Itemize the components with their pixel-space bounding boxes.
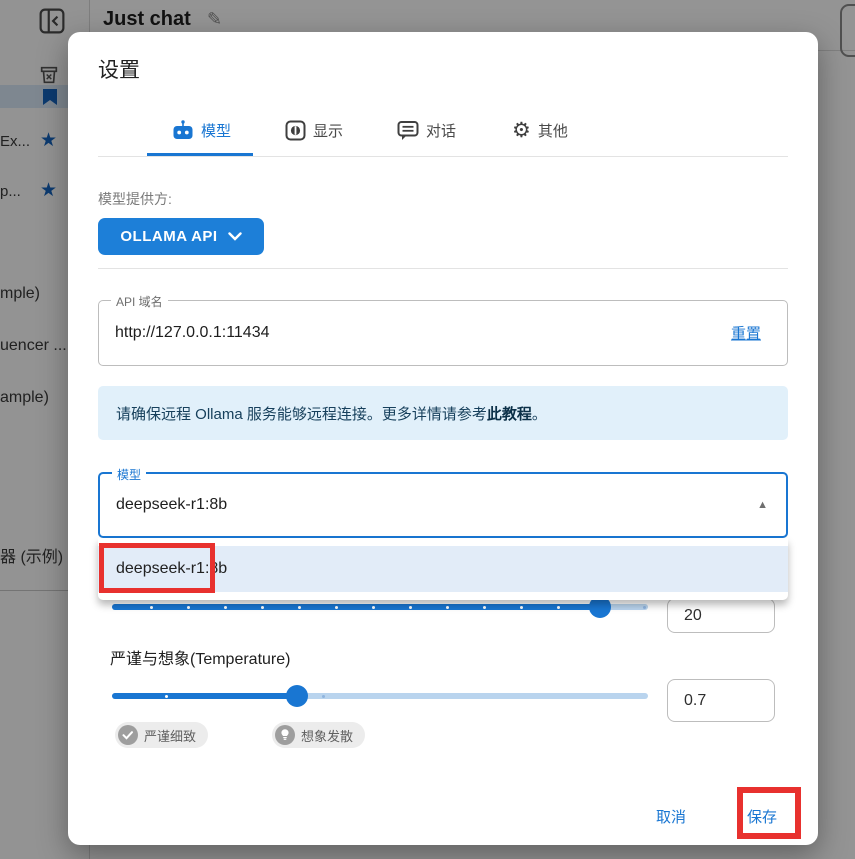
tab-other[interactable]: ⚙ 其他 — [512, 116, 568, 144]
section-divider — [98, 268, 788, 269]
provider-select-button[interactable]: OLLAMA API — [98, 218, 264, 255]
chip-label: 想象发散 — [301, 726, 353, 745]
slider-tick — [150, 606, 153, 609]
slider-tick — [557, 606, 560, 609]
slider-tick — [446, 606, 449, 609]
slider-tick — [298, 606, 301, 609]
context-limit-input[interactable]: 20 — [667, 598, 775, 633]
tab-model[interactable]: 模型 — [172, 116, 231, 144]
chip-label: 严谨细致 — [144, 726, 196, 745]
dialog-title: 设置 — [98, 54, 140, 84]
tab-label: 模型 — [201, 120, 231, 141]
slider-tick — [261, 606, 264, 609]
screen: Ex... ★ p... ★ mple) uencer ... ample) 器… — [0, 0, 855, 859]
robot-icon — [172, 120, 194, 141]
slider-tick — [335, 606, 338, 609]
annotation-box-model-option — [99, 543, 215, 593]
model-value[interactable]: deepseek-r1:8b — [116, 474, 227, 536]
chevron-down-icon — [228, 232, 242, 241]
cancel-button[interactable]: 取消 — [656, 802, 686, 830]
chip-rigorous[interactable]: 严谨细致 — [115, 722, 208, 748]
slider-tick — [520, 606, 523, 609]
api-host-value[interactable]: http://127.0.0.1:11434 — [115, 301, 270, 365]
settings-dialog: 设置 模型 显示 — [68, 32, 818, 845]
slider-tick — [483, 606, 486, 609]
tab-chat[interactable]: 对话 — [397, 116, 456, 144]
slider-tick — [224, 606, 227, 609]
tab-label: 对话 — [426, 120, 456, 141]
notice-text: 请确保远程 Ollama 服务能够远程连接。更多详情请参考 — [116, 403, 487, 424]
display-theme-icon — [285, 120, 306, 141]
tutorial-link[interactable]: 此教程 — [487, 403, 532, 424]
check-badge-icon — [118, 725, 138, 745]
remote-notice: 请确保远程 Ollama 服务能够远程连接。更多详情请参考此教程。 — [98, 386, 788, 440]
tab-label: 其他 — [538, 120, 568, 141]
api-host-field[interactable]: API 域名 http://127.0.0.1:11434 重置 — [98, 300, 788, 366]
context-limit-slider[interactable] — [112, 604, 648, 610]
slider-tick — [372, 606, 375, 609]
provider-button-label: OLLAMA API — [120, 228, 217, 245]
temperature-slider[interactable] — [112, 693, 648, 699]
slider-fill — [112, 693, 297, 699]
tabs-divider — [98, 156, 788, 157]
chat-bubble-icon — [397, 120, 419, 141]
gear-icon: ⚙ — [512, 120, 531, 141]
slider-tick — [409, 606, 412, 609]
slider-tick — [165, 695, 168, 698]
lightbulb-icon — [275, 725, 295, 745]
chevron-up-icon[interactable]: ▲ — [757, 499, 768, 511]
slider-tick — [322, 695, 325, 698]
chip-imaginative[interactable]: 想象发散 — [272, 722, 365, 748]
notice-suffix: 。 — [532, 403, 547, 424]
slider-tick — [187, 606, 190, 609]
temperature-slider-thumb[interactable] — [286, 685, 308, 707]
temperature-label: 严谨与想象(Temperature) — [110, 645, 290, 669]
tab-display[interactable]: 显示 — [285, 116, 343, 144]
model-select-field[interactable]: 模型 deepseek-r1:8b ▲ — [98, 472, 788, 538]
slider-tick — [643, 606, 646, 609]
annotation-box-save — [737, 787, 801, 839]
tab-label: 显示 — [313, 120, 343, 141]
provider-label: 模型提供方: — [98, 189, 172, 209]
temperature-input[interactable]: 0.7 — [667, 679, 775, 722]
reset-link[interactable]: 重置 — [731, 323, 761, 344]
slider-fill — [112, 604, 600, 610]
